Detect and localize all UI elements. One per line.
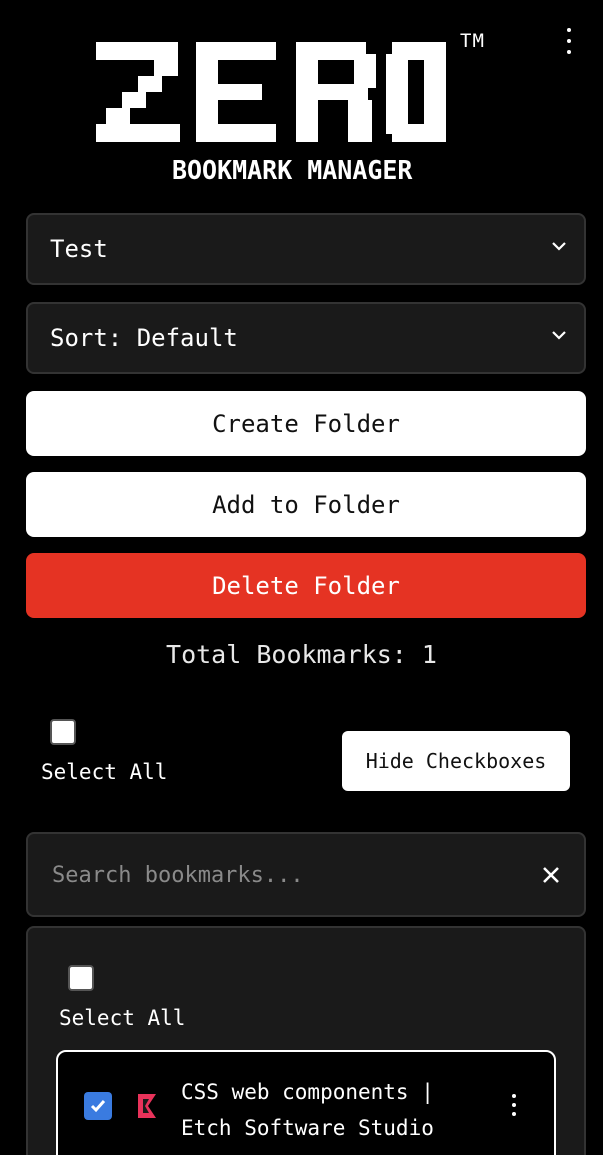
trademark-mark: TM <box>460 30 485 52</box>
create-folder-button[interactable]: Create Folder <box>26 391 586 456</box>
hide-checkboxes-button[interactable]: Hide Checkboxes <box>342 731 570 791</box>
list-select-all-label: Select All <box>59 1006 186 1030</box>
checkmark-icon <box>90 1100 106 1113</box>
add-to-folder-button[interactable]: Add to Folder <box>26 472 586 537</box>
select-all-checkbox[interactable] <box>50 719 76 745</box>
bookmark-menu-kebab-icon[interactable] <box>508 1094 520 1116</box>
bookmark-item[interactable]: CSS web components | Etch Software Studi… <box>56 1050 556 1155</box>
search-input[interactable] <box>52 856 522 894</box>
bookmark-title[interactable]: CSS web components | Etch Software Studi… <box>181 1074 481 1146</box>
folder-select-value: Test <box>50 235 108 263</box>
bookmark-checkbox[interactable] <box>84 1092 112 1120</box>
chevron-down-icon <box>552 242 566 251</box>
sort-select-value: Sort: Default <box>50 324 238 352</box>
app-menu-kebab-icon[interactable] <box>561 28 577 54</box>
app-subtitle: BOOKMARK MANAGER <box>172 156 413 186</box>
etch-logo-icon <box>138 1094 156 1118</box>
delete-folder-button[interactable]: Delete Folder <box>26 553 586 618</box>
select-all-label: Select All <box>41 760 168 784</box>
close-icon[interactable] <box>540 864 562 886</box>
logo-zero-wordmark <box>96 42 446 142</box>
total-bookmarks-count: Total Bookmarks: 1 <box>166 640 437 669</box>
chevron-down-icon <box>552 331 566 340</box>
list-select-all-checkbox[interactable] <box>68 965 94 991</box>
folder-select[interactable]: Test <box>26 213 586 285</box>
sort-select[interactable]: Sort: Default <box>26 302 586 374</box>
app-root: TM BOOKMARK MANAGER Test Sort: Default C… <box>0 0 603 1155</box>
search-box <box>26 832 586 917</box>
